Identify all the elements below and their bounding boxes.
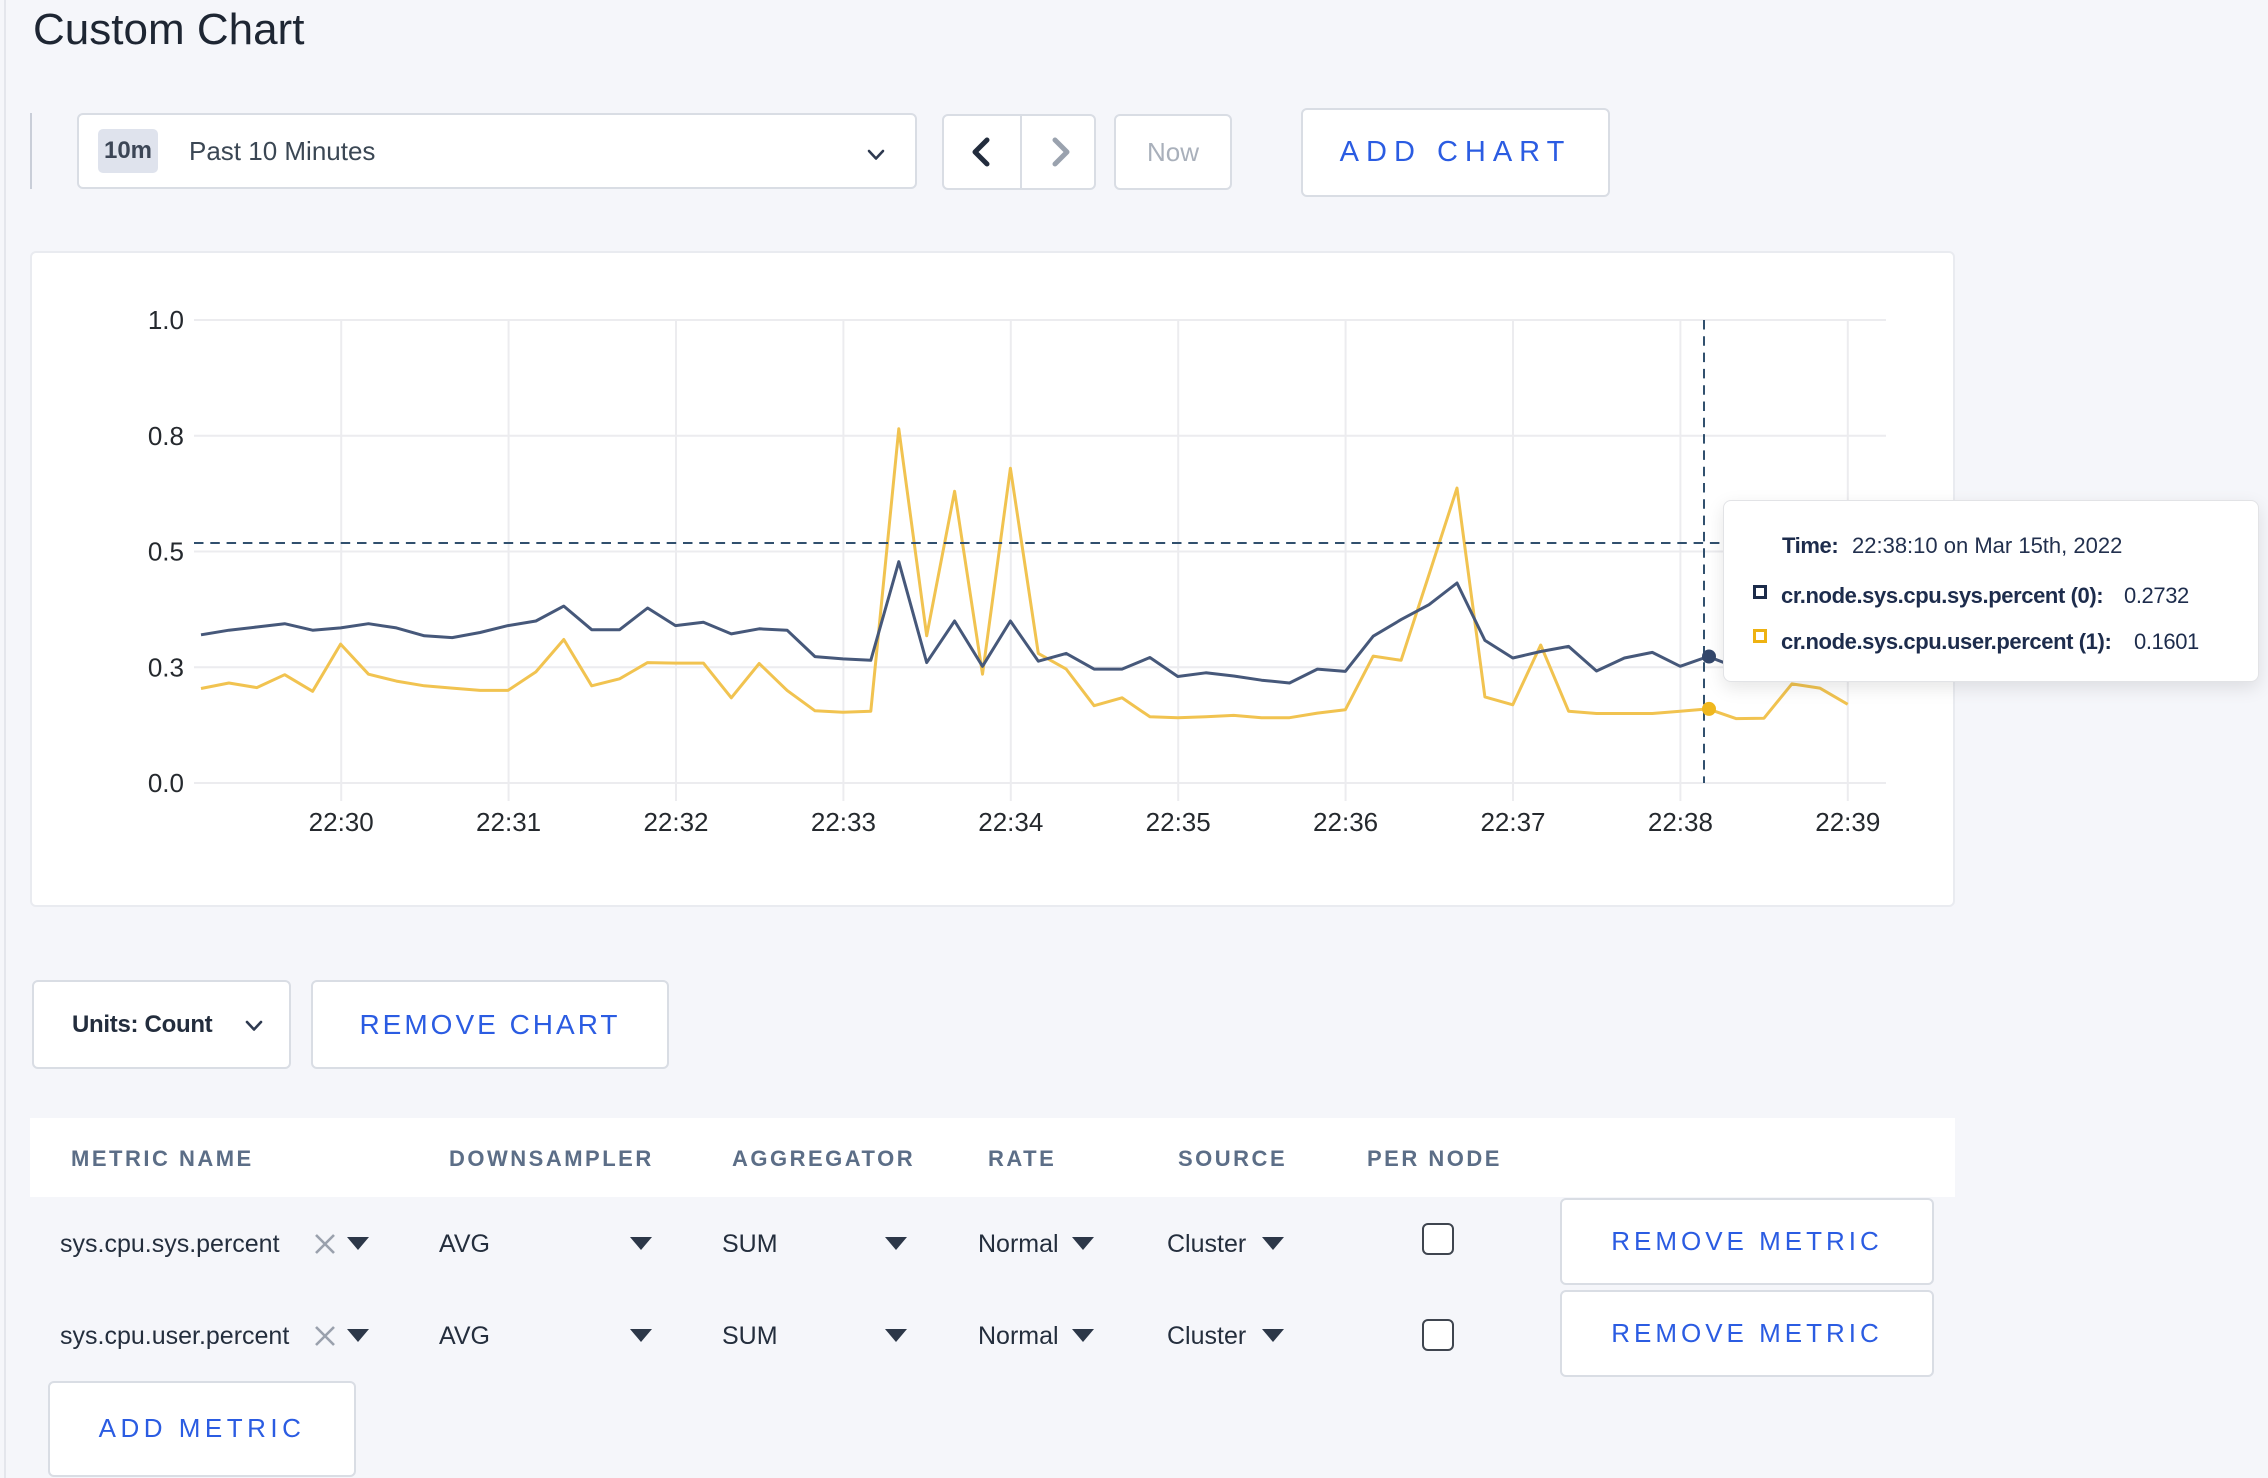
svg-text:22:36: 22:36 <box>1313 807 1378 837</box>
svg-text:22:32: 22:32 <box>643 807 708 837</box>
svg-text:0.0: 0.0 <box>148 768 184 798</box>
svg-text:22:33: 22:33 <box>811 807 876 837</box>
svg-text:22:39: 22:39 <box>1815 807 1880 837</box>
svg-text:22:35: 22:35 <box>1146 807 1211 837</box>
svg-text:0.5: 0.5 <box>148 537 184 567</box>
svg-text:22:34: 22:34 <box>978 807 1043 837</box>
svg-text:0.3: 0.3 <box>148 652 184 682</box>
svg-text:22:38: 22:38 <box>1648 807 1713 837</box>
svg-text:0.8: 0.8 <box>148 421 184 451</box>
svg-text:22:31: 22:31 <box>476 807 541 837</box>
svg-text:22:30: 22:30 <box>309 807 374 837</box>
svg-text:22:37: 22:37 <box>1480 807 1545 837</box>
svg-text:1.0: 1.0 <box>148 305 184 335</box>
